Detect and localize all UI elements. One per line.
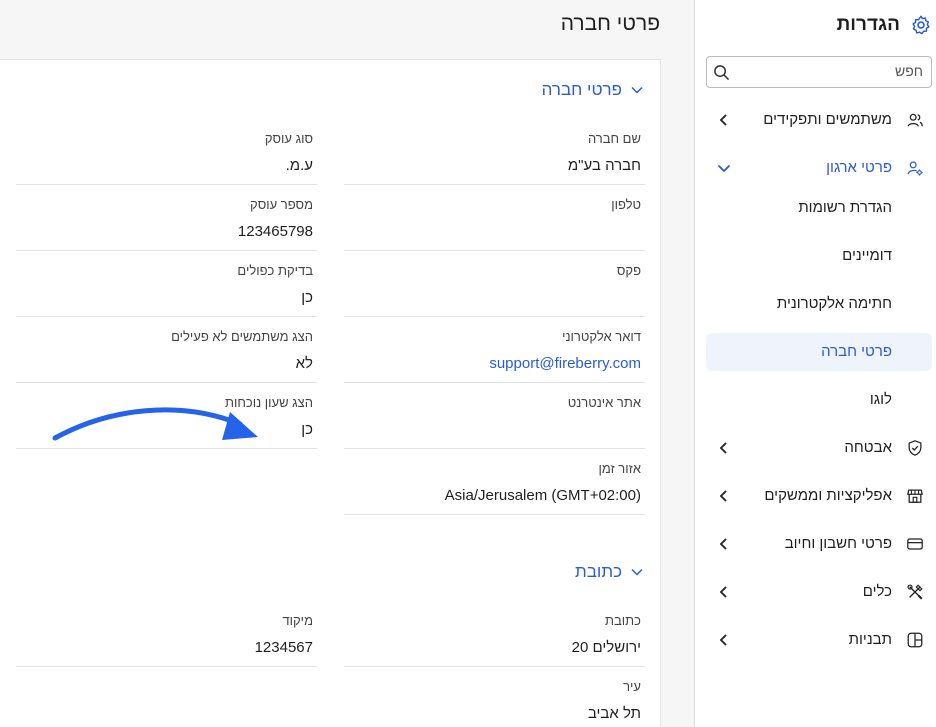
settings-screen: פרטי חברה פרטי חברה שם חברה חברה בע"מ סו… [0,0,936,727]
shield-icon [908,440,922,456]
field-label: עיר [623,679,641,694]
search-icon [714,65,729,80]
settings-sidebar: הגדרות משתמשים ותפקידים [694,0,936,727]
chevron-left-icon [719,634,727,646]
users-icon [907,113,923,127]
chevron-left-icon [719,442,727,454]
field-label: אתר אינטרנט [567,395,641,410]
field-timezone[interactable]: אזור זמן Asia/Jerusalem (GMT+02:00) [344,449,645,515]
sidebar-item-label: הגדרת רשומות [798,199,892,216]
sidebar-item-tools[interactable]: כלים [706,573,932,611]
field-duplicate-check[interactable]: בדיקת כפולים כן [16,251,317,317]
credit-card-icon [907,538,923,550]
field-value: Asia/Jerusalem (GMT+02:00) [444,487,641,504]
field-label: פקס [616,263,641,278]
sidebar-subitem-logo[interactable]: לוגו [706,381,932,419]
field-business-type[interactable]: סוג עוסק ע.מ. [16,119,317,185]
field-label: הצג משתמשים לא פעילים [171,329,313,344]
field-label: מספר עוסק [250,197,313,212]
page-title: פרטי חברה [560,12,660,35]
section-title: פרטי חברה [541,80,622,99]
section-company-details-toggle[interactable]: פרטי חברה [542,80,644,100]
field-city[interactable]: עיר תל אביב [344,667,645,727]
main-content: פרטי חברה פרטי חברה שם חברה חברה בע"מ סו… [0,0,694,727]
sidebar-item-label: אבטחה [844,439,892,456]
field-label: מיקוד [282,613,313,628]
sidebar-item-users-roles[interactable]: משתמשים ותפקידים [706,101,932,139]
chevron-left-icon [719,586,727,598]
field-value: 1234567 [254,639,313,656]
chevron-down-icon [631,568,643,576]
field-business-number[interactable]: מספר עוסק 123465798 [16,185,317,251]
chevron-down-icon [631,86,643,94]
field-company-name[interactable]: שם חברה חברה בע"מ [344,119,645,185]
sidebar-item-label: פרטי חשבון וחיוב [784,535,892,552]
sidebar-item-label: פרטי ארגון [826,159,892,176]
field-address[interactable]: כתובת ירושלים 20 [344,601,645,667]
section-title: כתובת [575,562,622,581]
search-box[interactable] [706,56,932,88]
section-address-toggle[interactable]: כתובת [575,562,644,582]
field-zip[interactable]: מיקוד 1234567 [16,601,317,667]
field-website[interactable]: אתר אינטרנט [344,383,645,449]
field-value: ירושלים 20 [571,639,641,656]
chevron-down-icon [717,164,731,173]
sidebar-item-templates[interactable]: תבניות [706,621,932,659]
field-show-inactive-users[interactable]: הצג משתמשים לא פעילים לא [16,317,317,383]
field-value: תל אביב [587,705,641,722]
field-phone[interactable]: טלפון [344,185,645,251]
sidebar-item-label: תבניות [848,631,892,648]
gear-icon [912,15,930,35]
sidebar-item-label: משתמשים ותפקידים [763,111,892,128]
search-input[interactable] [743,63,923,79]
org-settings-icon [907,161,923,176]
field-label: אזור זמן [598,461,641,476]
field-value: חברה בע"מ [567,157,641,174]
templates-icon [907,632,923,648]
tools-icon [907,584,923,600]
sidebar-subitem-record-settings[interactable]: הגדרת רשומות [706,189,932,227]
field-value: לא [295,355,313,372]
email-link[interactable]: support@fireberry.com [489,355,641,372]
chevron-left-icon [719,114,727,126]
sidebar-subitem-domains[interactable]: דומיינים [706,237,932,275]
field-label: בדיקת כפולים [237,263,313,278]
annotation-arrow-icon [52,407,258,441]
sidebar-subitem-e-signature[interactable]: חתימה אלקטרונית [706,285,932,323]
field-label: דואר אלקטרוני [562,329,641,344]
field-value: כן [301,289,313,306]
field-label: כתובת [605,613,641,628]
sidebar-title: הגדרות [836,14,900,35]
field-value: כן [301,421,313,438]
sidebar-subitem-company-details[interactable]: פרטי חברה [706,333,932,371]
field-label: טלפון [611,197,641,212]
sidebar-item-org-details[interactable]: פרטי ארגון [706,149,932,187]
field-fax[interactable]: פקס [344,251,645,317]
sidebar-item-label: אפליקציות וממשקים [764,487,892,504]
sidebar-item-account-billing[interactable]: פרטי חשבון וחיוב [706,525,932,563]
chevron-left-icon [719,538,727,550]
sidebar-item-security[interactable]: אבטחה [706,429,932,467]
sidebar-item-apps-integrations[interactable]: אפליקציות וממשקים [706,477,932,515]
store-icon [907,489,923,503]
sidebar-item-label: פרטי חברה [821,343,892,360]
field-email[interactable]: דואר אלקטרוני support@fireberry.com [344,317,645,383]
field-label: סוג עוסק [264,131,313,146]
field-value: 123465798 [237,223,313,240]
company-details-card: פרטי חברה שם חברה חברה בע"מ סוג עוסק ע.מ… [0,59,661,727]
field-label: שם חברה [587,131,641,146]
sidebar-item-label: לוגו [869,391,892,408]
chevron-left-icon [719,490,727,502]
field-value: ע.מ. [285,157,313,174]
sidebar-item-label: חתימה אלקטרונית [776,295,892,312]
sidebar-item-label: דומיינים [842,247,892,264]
sidebar-item-label: כלים [862,583,892,600]
